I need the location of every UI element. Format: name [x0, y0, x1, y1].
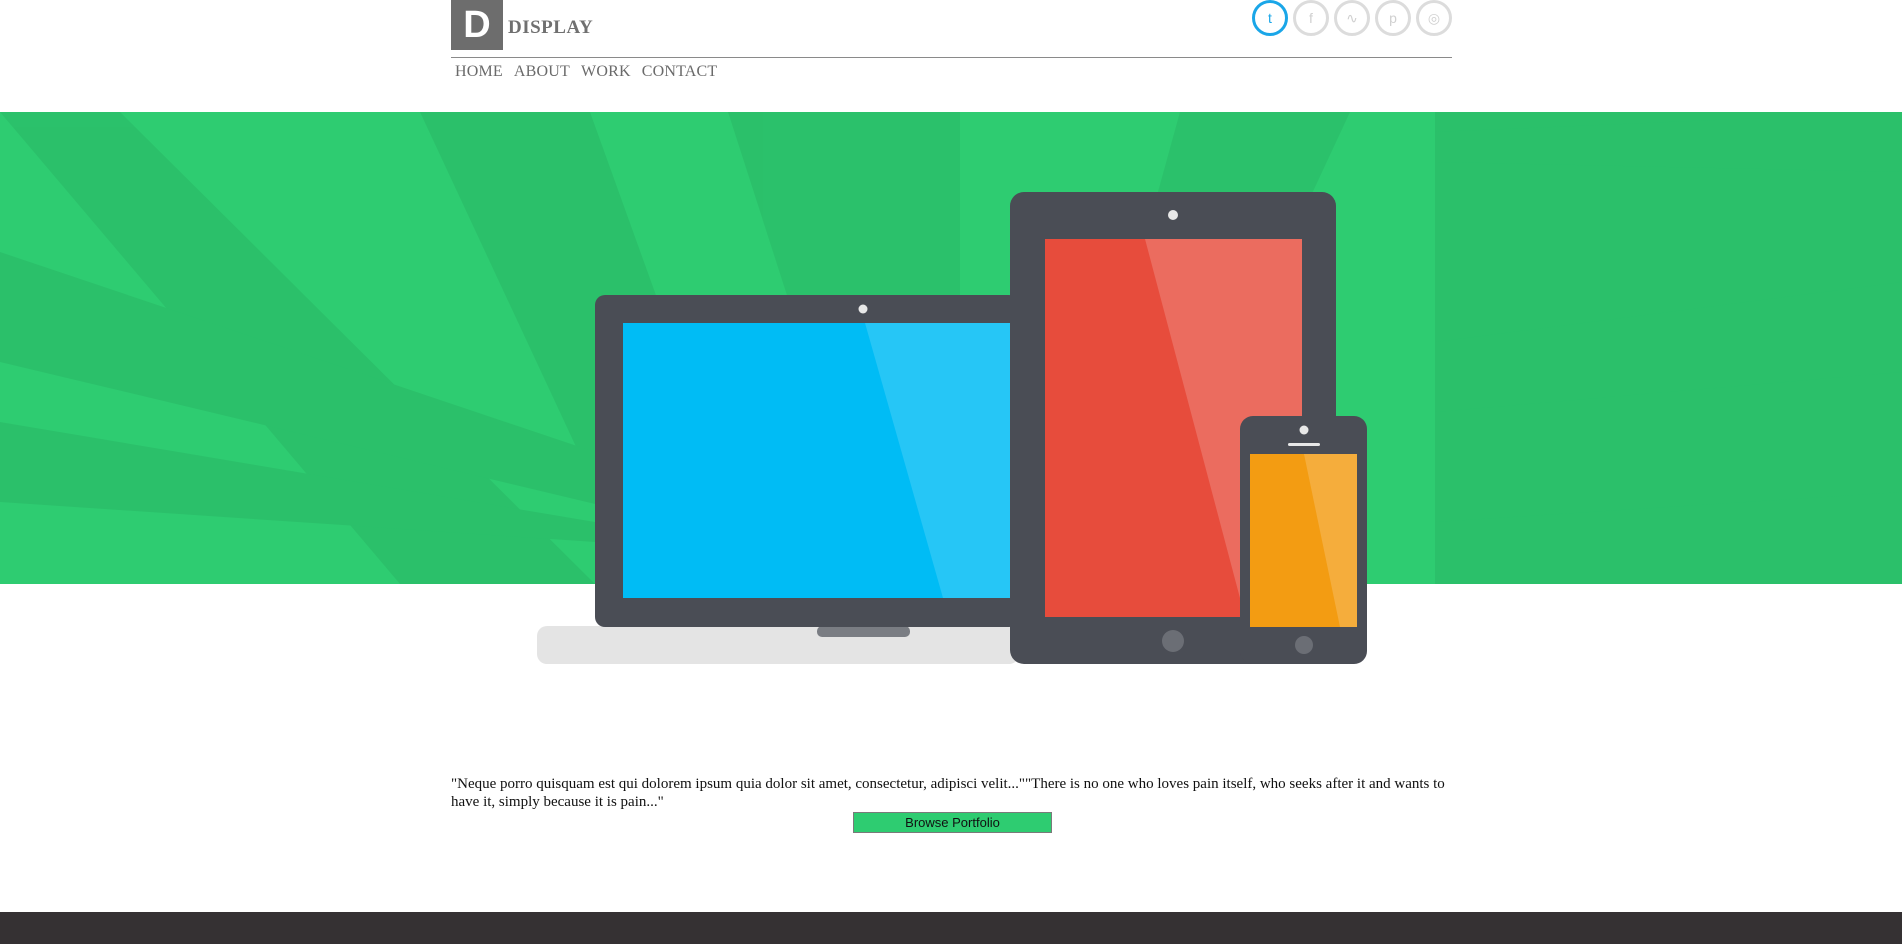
site-footer	[0, 912, 1902, 944]
main-nav: HOME ABOUT WORK CONTACT	[455, 63, 717, 81]
header-divider	[451, 57, 1452, 58]
browse-portfolio-button[interactable]: Browse Portfolio	[853, 812, 1052, 833]
nav-about[interactable]: ABOUT	[514, 63, 570, 81]
site-header: D DISPLAY t f ∿ p ◎ HOME ABOUT WORK CONT…	[451, 0, 1452, 112]
intro-quote: "Neque porro quisquam est qui dolorem ip…	[451, 776, 1445, 810]
pinterest-icon[interactable]: p	[1375, 0, 1411, 36]
tablet-home-button	[1162, 630, 1184, 652]
logo-text[interactable]: DISPLAY	[508, 17, 593, 39]
hero-banner	[0, 112, 1902, 584]
social-links: t f ∿ p ◎	[1252, 0, 1452, 36]
nav-contact[interactable]: CONTACT	[642, 63, 718, 81]
twitter-icon[interactable]: t	[1252, 0, 1288, 36]
hero-rays	[0, 112, 1902, 584]
nav-work[interactable]: WORK	[581, 63, 631, 81]
logo-mark[interactable]: D	[451, 0, 503, 50]
phone-home-button	[1295, 636, 1313, 654]
nav-home[interactable]: HOME	[455, 63, 503, 81]
facebook-icon[interactable]: f	[1293, 0, 1329, 36]
dribbble-icon[interactable]: ◎	[1416, 0, 1452, 36]
rss-icon[interactable]: ∿	[1334, 0, 1370, 36]
